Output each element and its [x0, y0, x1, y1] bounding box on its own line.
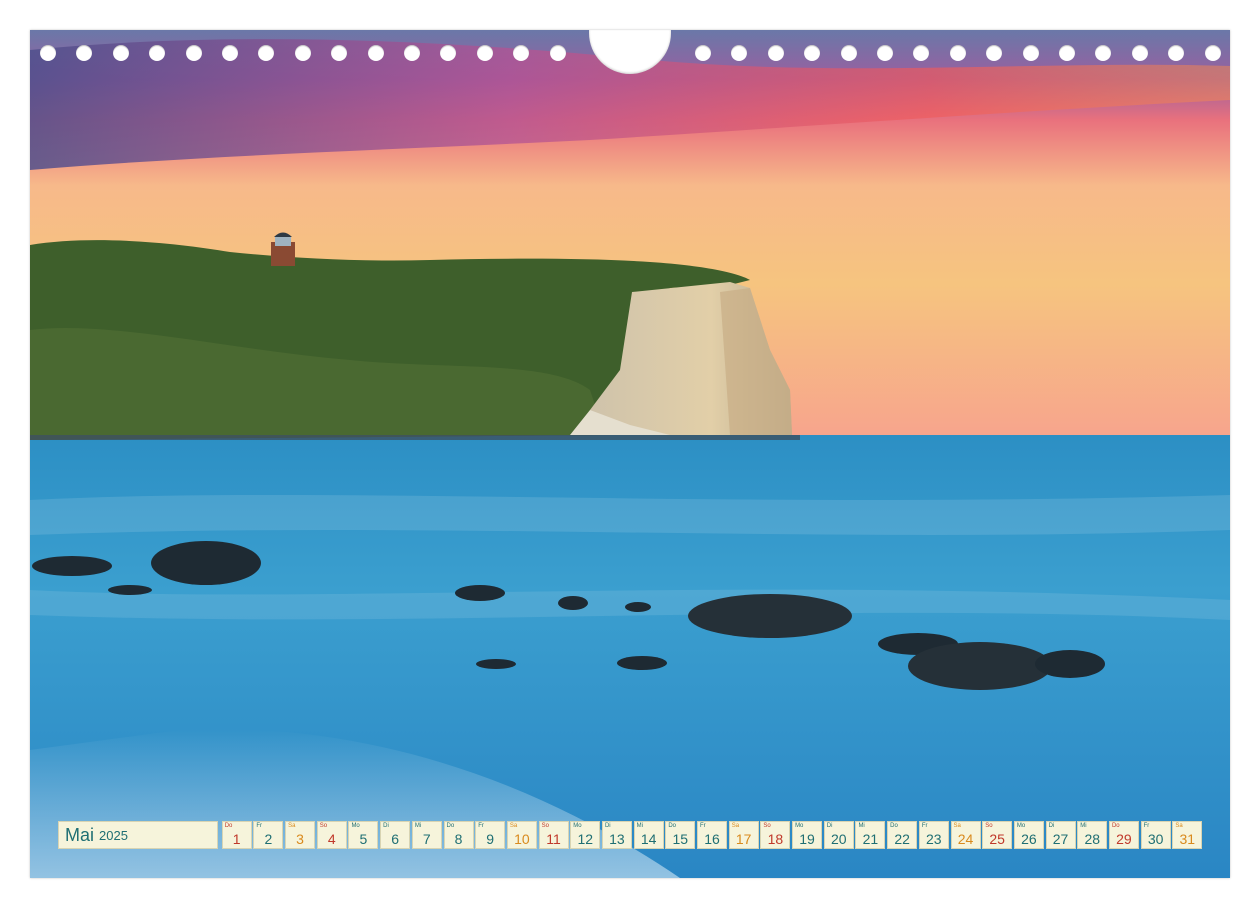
day-weekday: Fr: [700, 823, 706, 830]
day-cell: Fr2: [253, 821, 283, 849]
day-weekday: Mo: [1017, 823, 1025, 830]
day-weekday: Sa: [732, 823, 739, 830]
day-number: 12: [571, 831, 599, 847]
day-cell: Sa24: [951, 821, 981, 849]
day-number: 22: [888, 831, 916, 847]
day-weekday: Sa: [510, 823, 517, 830]
day-number: 3: [286, 831, 314, 847]
day-cell: Mo5: [348, 821, 378, 849]
day-cell: Fr9: [475, 821, 505, 849]
day-number: 30: [1142, 831, 1170, 847]
day-weekday: Do: [1112, 823, 1120, 830]
day-cell: Mi7: [412, 821, 442, 849]
day-cell: Di6: [380, 821, 410, 849]
day-number: 19: [793, 831, 821, 847]
month-name: Mai: [65, 825, 94, 846]
day-cell: Do15: [665, 821, 695, 849]
day-weekday: Do: [225, 823, 233, 830]
day-number: 2: [254, 831, 282, 847]
day-cell: Do8: [444, 821, 474, 849]
day-weekday: Mo: [795, 823, 803, 830]
day-weekday: Mi: [415, 823, 421, 830]
calendar-strip: Mai 2025 Do1Fr2Sa3So4Mo5Di6Mi7Do8Fr9Sa10…: [58, 821, 1202, 849]
day-cell: So11: [539, 821, 569, 849]
day-number: 10: [508, 831, 536, 847]
day-cell: Do1: [222, 821, 252, 849]
day-weekday: Di: [383, 823, 389, 830]
day-weekday: Mi: [1080, 823, 1086, 830]
day-weekday: Sa: [954, 823, 961, 830]
day-weekday: Fr: [922, 823, 928, 830]
day-cell: Sa17: [729, 821, 759, 849]
day-weekday: Sa: [288, 823, 295, 830]
day-weekday: Di: [1049, 823, 1055, 830]
day-number: 26: [1015, 831, 1043, 847]
day-weekday: Fr: [1144, 823, 1150, 830]
day-cell: So4: [317, 821, 347, 849]
day-number: 25: [983, 831, 1011, 847]
day-weekday: Do: [668, 823, 676, 830]
day-number: 4: [318, 831, 346, 847]
day-number: 28: [1078, 831, 1106, 847]
day-cell: Fr23: [919, 821, 949, 849]
day-weekday: So: [985, 823, 992, 830]
day-number: 5: [349, 831, 377, 847]
day-number: 8: [445, 831, 473, 847]
day-cell: Fr16: [697, 821, 727, 849]
day-weekday: Mo: [351, 823, 359, 830]
day-number: 13: [603, 831, 631, 847]
day-weekday: Di: [605, 823, 611, 830]
day-cell: Mo19: [792, 821, 822, 849]
day-cell: Mo26: [1014, 821, 1044, 849]
day-number: 1: [223, 831, 251, 847]
day-cell: Fr30: [1141, 821, 1171, 849]
day-number: 9: [476, 831, 504, 847]
day-number: 7: [413, 831, 441, 847]
day-cell: Do29: [1109, 821, 1139, 849]
day-cell: Sa10: [507, 821, 537, 849]
day-number: 16: [698, 831, 726, 847]
calendar-page: [30, 30, 1230, 878]
day-cell: Do22: [887, 821, 917, 849]
day-weekday: Sa: [1175, 823, 1182, 830]
month-label: Mai 2025: [58, 821, 218, 849]
day-number: 21: [856, 831, 884, 847]
day-weekday: Fr: [256, 823, 262, 830]
day-number: 29: [1110, 831, 1138, 847]
day-weekday: Mo: [573, 823, 581, 830]
day-number: 18: [761, 831, 789, 847]
day-cell: So25: [982, 821, 1012, 849]
day-number: 31: [1173, 831, 1201, 847]
day-number: 6: [381, 831, 409, 847]
day-cell: Di20: [824, 821, 854, 849]
day-weekday: So: [542, 823, 549, 830]
day-weekday: Mi: [637, 823, 643, 830]
day-number: 17: [730, 831, 758, 847]
day-weekday: So: [320, 823, 327, 830]
day-cell: Sa3: [285, 821, 315, 849]
day-number: 24: [952, 831, 980, 847]
day-weekday: Do: [890, 823, 898, 830]
day-weekday: Fr: [478, 823, 484, 830]
day-number: 11: [540, 831, 568, 847]
day-number: 15: [666, 831, 694, 847]
day-number: 20: [825, 831, 853, 847]
day-cell: Mi14: [634, 821, 664, 849]
day-cell: Mi28: [1077, 821, 1107, 849]
day-number: 23: [920, 831, 948, 847]
day-weekday: So: [763, 823, 770, 830]
landscape-photo: [30, 30, 1230, 878]
day-weekday: Do: [447, 823, 455, 830]
day-weekday: Di: [827, 823, 833, 830]
day-cell: So18: [760, 821, 790, 849]
day-cell: Sa31: [1172, 821, 1202, 849]
day-number: 27: [1047, 831, 1075, 847]
month-year: 2025: [99, 828, 128, 843]
day-cell: Mo12: [570, 821, 600, 849]
day-cell: Mi21: [855, 821, 885, 849]
day-cell: Di27: [1046, 821, 1076, 849]
day-number: 14: [635, 831, 663, 847]
day-cell: Di13: [602, 821, 632, 849]
day-weekday: Mi: [858, 823, 864, 830]
